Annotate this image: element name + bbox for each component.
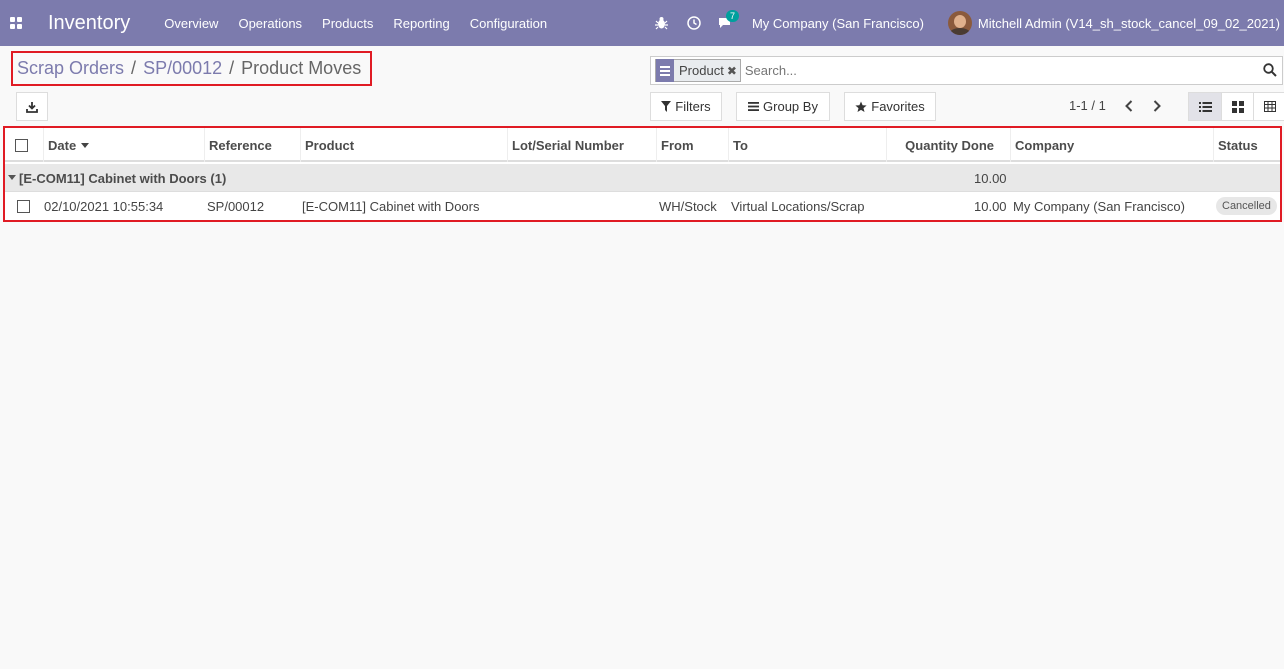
select-all-checkbox[interactable] <box>15 138 28 152</box>
group-by-label: Group By <box>763 99 818 114</box>
filter-icon <box>661 101 672 112</box>
group-by-button[interactable]: Group By <box>736 92 830 121</box>
group-quantity-total: 10.00 <box>974 171 1007 186</box>
messages-icon[interactable]: 7 <box>718 10 739 31</box>
clock-icon[interactable] <box>686 15 702 31</box>
favorites-label: Favorites <box>871 99 925 114</box>
breadcrumb: Scrap Orders / SP/00012 / Product Moves <box>11 51 372 86</box>
star-icon <box>855 101 867 112</box>
bars-icon <box>748 102 760 111</box>
filters-label: Filters <box>675 99 711 114</box>
column-product-label: Product <box>305 137 355 153</box>
column-lot-serial[interactable]: Lot/Serial Number <box>507 128 656 162</box>
search-input[interactable] <box>744 63 1245 78</box>
list-icon <box>1198 101 1212 112</box>
column-to-label: To <box>733 137 748 153</box>
apps-menu-icon[interactable] <box>0 0 32 46</box>
cell-reference: SP/00012 <box>207 199 265 214</box>
export-button[interactable] <box>16 92 48 121</box>
column-company[interactable]: Company <box>1010 128 1213 162</box>
column-status-label: Status <box>1218 137 1258 153</box>
column-product[interactable]: Product <box>300 128 507 162</box>
menu-products[interactable]: Products <box>322 16 373 31</box>
column-status[interactable]: Status <box>1213 128 1280 162</box>
app-brand[interactable]: Inventory <box>48 12 130 35</box>
top-navbar: Inventory Overview Operations Products R… <box>0 0 1284 46</box>
user-menu[interactable]: Mitchell Admin (V14_sh_stock_cancel_09_0… <box>978 16 1280 31</box>
sort-caret-icon <box>81 142 90 148</box>
column-quantity-done[interactable]: Quantity Done <box>886 128 1010 162</box>
breadcrumb-separator: / <box>131 58 137 78</box>
company-switcher[interactable]: My Company (San Francisco) <box>752 16 924 31</box>
row-checkbox[interactable] <box>17 200 30 213</box>
filters-button[interactable]: Filters <box>650 92 722 121</box>
menu-operations[interactable]: Operations <box>238 16 302 31</box>
messages-badge: 7 <box>725 10 739 22</box>
breadcrumb-separator: / <box>229 58 235 78</box>
facet-label: Product <box>679 63 724 78</box>
column-quantity-done-label: Quantity Done <box>905 137 994 153</box>
breadcrumb-sp00012[interactable]: SP/00012 <box>143 58 222 79</box>
column-reference-label: Reference <box>209 137 272 153</box>
bug-icon[interactable] <box>654 15 670 31</box>
menu-configuration[interactable]: Configuration <box>470 16 547 31</box>
menu-reporting[interactable]: Reporting <box>393 16 449 31</box>
cell-product: [E-COM11] Cabinet with Doors <box>302 199 480 214</box>
kanban-view-button[interactable] <box>1221 93 1253 120</box>
group-row[interactable]: [E-COM11] Cabinet with Doors (1) 10.00 <box>5 164 1280 192</box>
select-all-cell <box>5 128 43 162</box>
column-from-label: From <box>661 137 694 153</box>
column-date-label: Date <box>48 137 77 153</box>
status-badge: Cancelled <box>1216 197 1277 215</box>
column-reference[interactable]: Reference <box>204 128 300 162</box>
group-label: [E-COM11] Cabinet with Doors (1) <box>19 171 227 186</box>
breadcrumb-active-page: Product Moves <box>241 58 362 78</box>
search-facet-product: Product ✖ <box>655 59 741 82</box>
pivot-view-button[interactable] <box>1253 93 1284 120</box>
pager-previous-icon[interactable] <box>1122 98 1136 114</box>
product-moves-table: Date Reference Product Lot/Serial Number… <box>3 126 1282 222</box>
search-icon[interactable] <box>1263 63 1277 77</box>
search-bar: Product ✖ <box>650 56 1283 85</box>
cell-to: Virtual Locations/Scrap <box>731 199 865 214</box>
table-row[interactable]: 02/10/2021 10:55:34 SP/00012 [E-COM11] C… <box>5 192 1280 220</box>
pager-next-icon[interactable] <box>1150 98 1164 114</box>
table-icon <box>1263 101 1276 112</box>
cell-company: My Company (San Francisco) <box>1013 199 1185 214</box>
breadcrumb-scrap-orders[interactable]: Scrap Orders <box>17 58 124 79</box>
facet-remove-icon[interactable]: ✖ <box>727 64 740 78</box>
groupby-facet-icon <box>656 59 674 82</box>
kanban-icon <box>1231 100 1244 113</box>
menu-overview[interactable]: Overview <box>164 16 218 31</box>
column-from[interactable]: From <box>656 128 728 162</box>
download-icon <box>26 101 38 113</box>
table-header: Date Reference Product Lot/Serial Number… <box>5 128 1280 162</box>
main-menu: Overview Operations Products Reporting C… <box>164 16 567 31</box>
pager-value[interactable]: 1-1 / 1 <box>1069 98 1106 113</box>
column-to[interactable]: To <box>728 128 886 162</box>
cell-date: 02/10/2021 10:55:34 <box>44 199 164 214</box>
user-avatar[interactable] <box>947 11 972 35</box>
column-date[interactable]: Date <box>43 128 204 162</box>
caret-down-icon <box>8 175 16 180</box>
view-switcher <box>1188 92 1284 121</box>
navbar-systray: 7 My Company (San Francisco) Mitchell Ad… <box>646 0 1284 46</box>
cell-from: WH/Stock <box>659 199 717 214</box>
cell-quantity-done: 10.00 <box>974 199 1007 214</box>
column-company-label: Company <box>1015 137 1075 153</box>
favorites-button[interactable]: Favorites <box>844 92 936 121</box>
list-view-button[interactable] <box>1189 93 1221 120</box>
column-lot-serial-label: Lot/Serial Number <box>512 137 624 153</box>
